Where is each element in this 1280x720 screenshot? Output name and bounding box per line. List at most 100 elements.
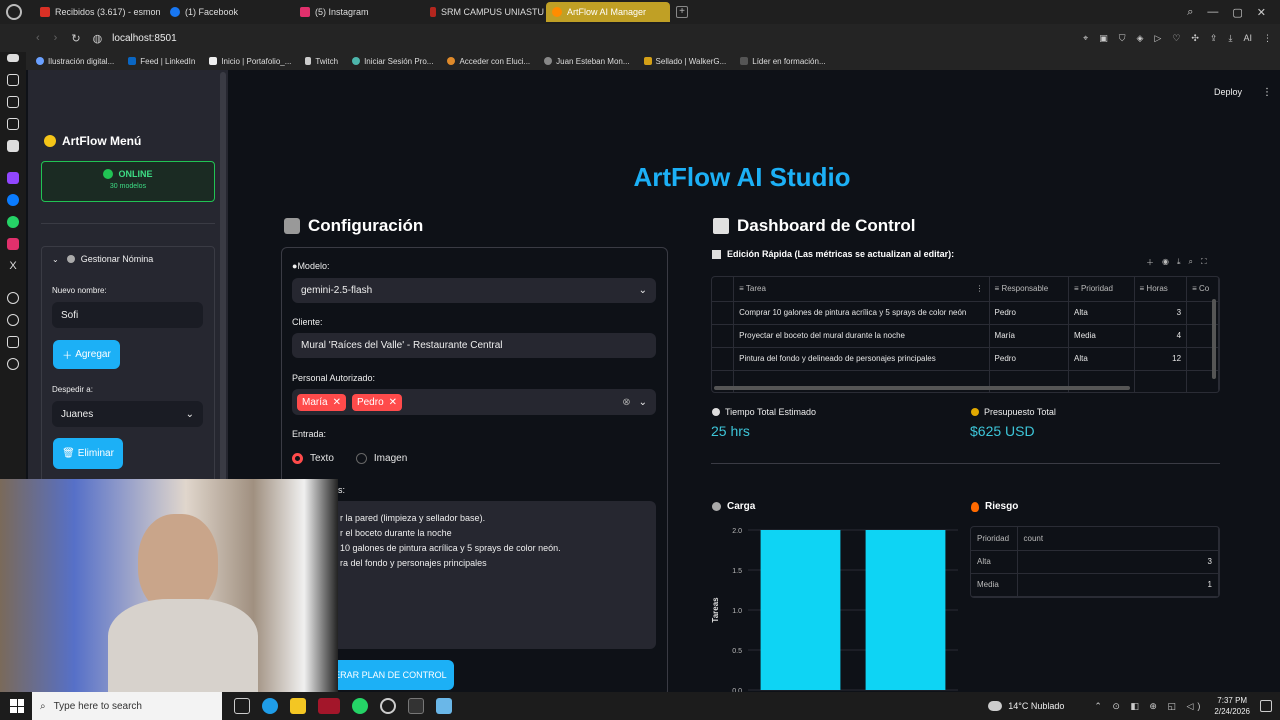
file-explorer-icon[interactable]	[290, 698, 306, 714]
tab-gmail[interactable]: Recibidos (3.617) - esmon	[34, 2, 162, 22]
radio-text-label[interactable]: Texto	[310, 453, 334, 464]
pin-icon[interactable]: ⌖	[1083, 33, 1088, 44]
reload-icon[interactable]: ↻	[71, 32, 80, 45]
history-icon[interactable]	[7, 314, 19, 326]
radio-unselected-icon[interactable]	[355, 453, 367, 464]
new-tab-icon[interactable]: +	[676, 6, 688, 18]
bookmark-ilustracion[interactable]: Ilustración digital...	[36, 57, 114, 66]
obs-icon[interactable]	[380, 698, 396, 714]
instagram-icon[interactable]	[7, 238, 19, 250]
site-info-icon[interactable]: ◍	[93, 32, 103, 45]
bar-1[interactable]	[865, 530, 946, 690]
system-tray-icons[interactable]: ⌃ ⊙ ◧ ⊕ ◱ ◁)	[1094, 701, 1204, 712]
cell-responsable[interactable]: Pedro	[989, 347, 1070, 371]
ai-icon[interactable]	[7, 96, 19, 108]
main-menu-icon[interactable]: ⋮	[1262, 87, 1272, 98]
bookmark-linkedin[interactable]: Feed | LinkedIn	[128, 57, 195, 66]
new-name-input[interactable]: Sofi	[52, 302, 203, 328]
cell-horas[interactable]: 12	[1134, 347, 1188, 371]
cell-prioridad[interactable]: Media	[1068, 324, 1135, 348]
messenger-icon[interactable]	[7, 194, 19, 206]
play-icon[interactable]: ▷	[1154, 33, 1161, 44]
bookmark-twitch[interactable]: Twitch	[305, 57, 338, 66]
menu-icon[interactable]: ⋮	[1263, 33, 1272, 44]
task-data-editor[interactable]: ≡ Tarea ⋮ ≡ Responsable ≡ Prioridad ≡ Hor…	[711, 276, 1220, 393]
cell-tarea[interactable]: Pintura del fondo y delineado de persona…	[733, 347, 990, 371]
fullscreen-icon[interactable]: ⛶	[1201, 257, 1207, 268]
cell-horas[interactable]: 4	[1134, 324, 1188, 348]
maximize-icon[interactable]: ▢	[1232, 6, 1242, 19]
taskbar-search-box[interactable]: ⌕ Type here to search	[32, 692, 222, 720]
notes-textarea[interactable]: r la pared (limpieza y sellador base). r…	[292, 501, 656, 649]
terminal-icon[interactable]	[408, 698, 424, 714]
twitch-icon[interactable]	[7, 172, 19, 184]
staff-multiselect[interactable]: María ✕ Pedro ✕ ⊗ ⌄	[292, 389, 656, 415]
column-responsable[interactable]: ≡ Responsable	[989, 277, 1070, 302]
heart-icon[interactable]: ♡	[1172, 33, 1180, 44]
vpn-icon[interactable]: ◈	[1136, 33, 1143, 44]
remove-chip-icon[interactable]: ✕	[333, 397, 341, 408]
extensions-icon[interactable]: ✣	[1191, 33, 1199, 44]
task-view-icon[interactable]	[234, 698, 250, 714]
radio-selected-icon[interactable]	[292, 453, 303, 464]
column-costo[interactable]: ≡ Co	[1186, 277, 1219, 302]
eye-icon[interactable]: ◉	[1162, 257, 1169, 268]
whatsapp-icon[interactable]	[7, 216, 19, 228]
column-prioridad[interactable]: ≡ Prioridad	[1068, 277, 1135, 302]
shield-icon[interactable]: ⛉	[1119, 33, 1126, 44]
tab-facebook[interactable]: (1) Facebook	[164, 2, 292, 22]
expander-header[interactable]: ⌄ Gestionar Nómina	[42, 247, 214, 271]
cell-horas[interactable]: 3	[1134, 301, 1188, 325]
download-icon[interactable]: ⤓	[1177, 257, 1181, 268]
bookmark-iniciar-sesion[interactable]: Iniciar Sesión Pro...	[352, 57, 433, 66]
vertical-scrollbar[interactable]	[1212, 299, 1216, 379]
column-menu-icon[interactable]: ⋮	[976, 284, 984, 293]
bookmark-sellado[interactable]: Sellado | WalkerG...	[643, 57, 726, 66]
search-icon[interactable]: ⌕	[1189, 257, 1193, 268]
column-horas[interactable]: ≡ Horas	[1134, 277, 1188, 302]
staff-chip-maria[interactable]: María ✕	[297, 393, 346, 411]
table-row[interactable]: Proyectar el boceto del mural durante la…	[712, 324, 1219, 348]
add-button[interactable]: ＋ Agregar	[53, 340, 120, 369]
cell-prioridad[interactable]: Alta	[1068, 301, 1135, 325]
workspace-icon[interactable]	[7, 54, 19, 62]
url-text[interactable]: localhost:8501	[112, 33, 177, 44]
table-row[interactable]: Pintura del fondo y delineado de persona…	[712, 347, 1219, 371]
whatsapp-taskbar-icon[interactable]	[352, 698, 368, 714]
delete-button[interactable]: 🗑 Eliminar	[53, 438, 123, 469]
cell-responsable[interactable]: Pedro	[989, 301, 1070, 325]
windows-start-icon[interactable]	[10, 699, 24, 713]
extensions-icon[interactable]	[7, 336, 19, 348]
deploy-button[interactable]: Deploy	[1214, 87, 1242, 97]
remove-chip-icon[interactable]: ✕	[389, 397, 397, 408]
notes-icon[interactable]	[7, 118, 19, 130]
share-icon[interactable]: ⇪	[1210, 33, 1218, 44]
minimize-icon[interactable]: —	[1207, 6, 1218, 18]
cell-tarea[interactable]: Proyectar el boceto del mural durante la…	[733, 324, 990, 348]
bookmark-juan-esteban[interactable]: Juan Esteban Mon...	[544, 57, 630, 66]
bookmark-lider[interactable]: Líder en formación...	[740, 57, 826, 66]
close-window-icon[interactable]: ✕	[1257, 6, 1266, 19]
bar-0[interactable]	[760, 530, 841, 690]
model-select[interactable]: gemini-2.5-flash ⌄	[292, 278, 656, 303]
x-icon[interactable]: X	[7, 260, 19, 272]
snapshot-icon[interactable]: ▣	[1099, 33, 1108, 44]
client-input[interactable]: Mural 'Raíces del Valle' - Restaurante C…	[292, 333, 656, 358]
download-icon[interactable]: ⤓	[1229, 33, 1233, 44]
column-count[interactable]: count	[1017, 527, 1219, 551]
dismiss-select[interactable]: Juanes ⌄	[52, 401, 203, 427]
edge-icon[interactable]	[262, 698, 278, 714]
clock[interactable]: 7:37 PM 2/24/2026	[1214, 695, 1250, 717]
horizontal-scrollbar[interactable]	[714, 386, 1130, 390]
tab-instagram[interactable]: (5) Instagram	[294, 2, 422, 22]
back-icon[interactable]: ‹	[36, 32, 40, 44]
player-icon[interactable]	[7, 292, 19, 304]
m-icon[interactable]	[7, 140, 19, 152]
column-tarea[interactable]: ≡ Tarea ⋮	[733, 277, 990, 302]
bookmark-portafolio[interactable]: Inicio | Portafolio_...	[209, 57, 291, 66]
clear-all-icon[interactable]: ⊗	[622, 397, 630, 408]
search-tabs-icon[interactable]: ⌕	[1187, 6, 1193, 19]
tab-srm-campus[interactable]: SRM CAMPUS UNIASTUR	[424, 2, 544, 22]
flow-icon[interactable]	[7, 74, 19, 86]
cell-responsable[interactable]: María	[989, 324, 1070, 348]
